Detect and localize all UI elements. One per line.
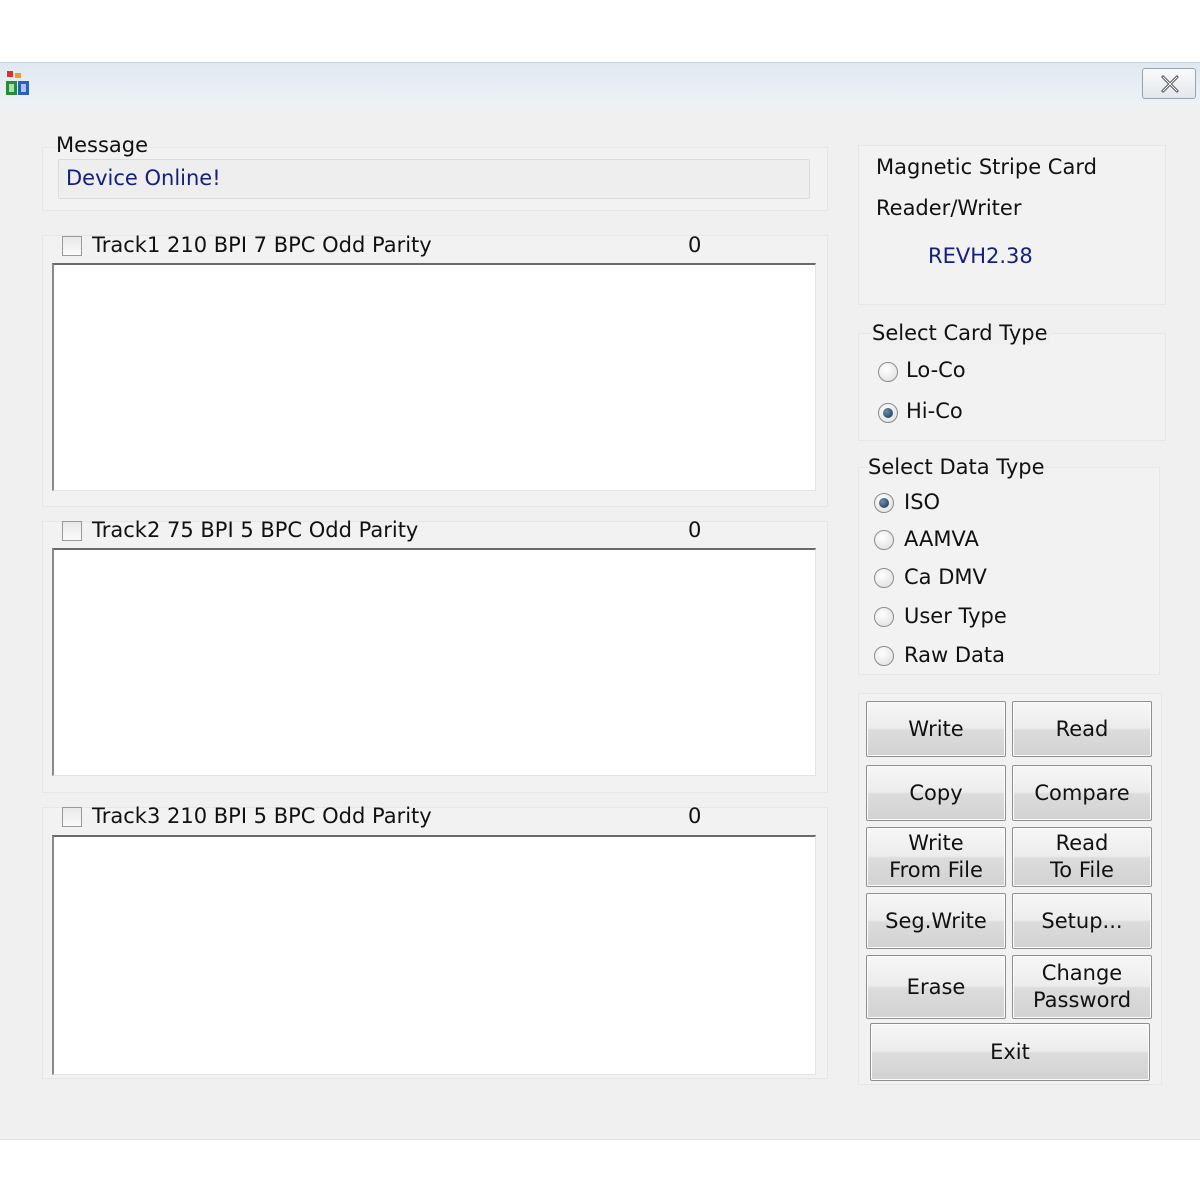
track2-textarea[interactable]	[52, 548, 816, 776]
radio-user-type-label: User Type	[904, 604, 1007, 628]
message-text: Device Online!	[66, 166, 221, 190]
track3-textarea[interactable]	[52, 835, 816, 1075]
read-to-file-button[interactable]: Read To File	[1012, 827, 1152, 887]
write-button[interactable]: Write	[866, 701, 1006, 757]
track2-checkbox[interactable]	[62, 521, 82, 541]
app-icon[interactable]	[4, 69, 32, 99]
setup-button[interactable]: Setup...	[1012, 893, 1152, 949]
device-name-line1: Magnetic Stripe Card	[876, 155, 1097, 179]
track3-label: Track3 210 BPI 5 BPC Odd Parity	[92, 804, 432, 828]
close-icon	[1161, 75, 1179, 93]
write-from-file-button[interactable]: Write From File	[866, 827, 1006, 887]
message-label: Message	[56, 133, 149, 157]
radio-aamva-label: AAMVA	[904, 527, 979, 551]
radio-lo-co-label: Lo-Co	[906, 358, 966, 382]
radio-aamva[interactable]	[874, 530, 894, 550]
track3-checkbox[interactable]	[62, 807, 82, 827]
title-bar	[0, 63, 1200, 105]
card-type-label: Select Card Type	[872, 321, 1050, 345]
track1-textarea[interactable]	[52, 263, 816, 491]
radio-iso[interactable]	[874, 493, 894, 513]
radio-hi-co[interactable]	[878, 403, 898, 423]
copy-button[interactable]: Copy	[866, 765, 1006, 821]
device-name-line2: Reader/Writer	[876, 196, 1022, 220]
radio-iso-label: ISO	[904, 490, 941, 514]
track1-count: 0	[688, 233, 702, 257]
compare-button[interactable]: Compare	[1012, 765, 1152, 821]
data-type-label: Select Data Type	[868, 455, 1047, 479]
app-window: Message Device Online! Track1 210 BPI 7 …	[0, 62, 1200, 1140]
seg-write-button[interactable]: Seg.Write	[866, 893, 1006, 949]
device-version: REVH2.38	[928, 244, 1033, 268]
erase-button[interactable]: Erase	[866, 955, 1006, 1019]
track2-count: 0	[688, 518, 702, 542]
track1-label: Track1 210 BPI 7 BPC Odd Parity	[92, 233, 432, 257]
radio-lo-co[interactable]	[878, 362, 898, 382]
radio-raw-data-label: Raw Data	[904, 643, 1005, 667]
track3-count: 0	[688, 804, 702, 828]
read-button[interactable]: Read	[1012, 701, 1152, 757]
track2-label: Track2 75 BPI 5 BPC Odd Parity	[92, 518, 419, 542]
radio-ca-dmv-label: Ca DMV	[904, 565, 987, 589]
radio-ca-dmv[interactable]	[874, 568, 894, 588]
radio-hi-co-label: Hi-Co	[906, 399, 963, 423]
card-type-panel	[858, 333, 1166, 441]
track1-checkbox[interactable]	[62, 236, 82, 256]
close-button[interactable]	[1142, 68, 1196, 99]
change-password-button[interactable]: Change Password	[1012, 955, 1152, 1019]
radio-raw-data[interactable]	[874, 646, 894, 666]
radio-user-type[interactable]	[874, 607, 894, 627]
exit-button[interactable]: Exit	[870, 1023, 1150, 1081]
